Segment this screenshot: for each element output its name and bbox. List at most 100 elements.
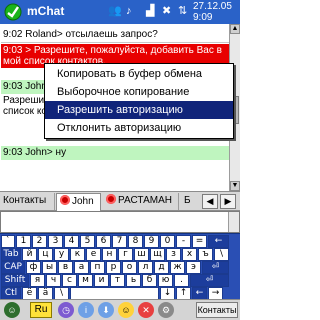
keyboard-key[interactable]: 5: [80, 235, 95, 248]
contacts-button[interactable]: Контакты: [196, 302, 238, 318]
keyboard-key[interactable]: ⏎: [202, 261, 229, 274]
people-icon[interactable]: 👥: [108, 5, 122, 17]
chat-message: 9:02 Roland> отсылаешь запрос?: [1, 28, 229, 43]
keyboard-key[interactable]: 8: [128, 235, 143, 248]
keyboard-key[interactable]: с: [62, 274, 77, 287]
history-icon[interactable]: ◷: [58, 302, 74, 318]
tab-label: Контакты: [3, 195, 47, 206]
volume-icon[interactable]: ♪: [126, 5, 132, 17]
smile-icon[interactable]: ☺: [118, 302, 134, 318]
tab-prev-icon[interactable]: ◀: [202, 194, 218, 209]
keyboard-key[interactable]: ю: [158, 274, 173, 287]
keyboard-key[interactable]: м: [78, 274, 93, 287]
keyboard-key[interactable]: в: [58, 261, 73, 274]
keyboard-key[interactable]: л: [138, 261, 153, 274]
keyboard-key[interactable]: ш: [134, 248, 149, 261]
info-icon[interactable]: i: [78, 302, 94, 318]
keyboard-key[interactable]: 7: [112, 235, 127, 248]
message-input-area: [0, 211, 240, 233]
keyboard-key[interactable]: р: [106, 261, 121, 274]
soft-keyboard: ` 1 2 3 4 5 6 7 8 9 0- = ← Tab й ц у к е н г ш щ з х ъ \ CAP ф ы в а п р о…: [0, 233, 240, 300]
keyboard-key[interactable]: б: [142, 274, 157, 287]
keyboard-key[interactable]: Tab: [1, 248, 21, 261]
keyboard-key[interactable]: ж: [170, 261, 185, 274]
input-scrollbar[interactable]: [228, 212, 239, 232]
keyboard-key[interactable]: д: [154, 261, 169, 274]
keyboard-key[interactable]: ч: [46, 274, 61, 287]
keyboard-key[interactable]: н: [102, 248, 117, 261]
keyboard-key[interactable]: =: [192, 235, 207, 248]
keyboard-key[interactable]: о: [122, 261, 137, 274]
keyboard-key[interactable]: щ: [150, 248, 165, 261]
bottom-toolbar: ☺ Ru ◷ i ⬇ ☺ ✕ ⚙ Контакты: [0, 299, 240, 320]
tab-contacts[interactable]: Контакты: [0, 193, 55, 210]
keyboard-key[interactable]: ф: [26, 261, 41, 274]
flower-icon: [60, 195, 70, 205]
menu-item-allow-auth[interactable]: Разрешить авторизацию: [45, 101, 233, 119]
language-button[interactable]: Ru: [30, 302, 52, 318]
menu-chat-icon[interactable]: ☺: [4, 302, 20, 318]
keyboard-key[interactable]: CAP: [1, 261, 25, 274]
title-bar: mChat 👥 ♪ ▟ ✖ ⇅ 27.12.05 9:09: [0, 0, 240, 24]
tab-rastaman[interactable]: РАСТАМАН: [103, 193, 179, 210]
tab-label: John: [72, 196, 94, 207]
keyboard-key[interactable]: а: [74, 261, 89, 274]
keyboard-key[interactable]: 2: [32, 235, 47, 248]
mute-icon[interactable]: ✖: [162, 5, 171, 17]
keyboard-key[interactable]: к: [70, 248, 85, 261]
keyboard-key[interactable]: п: [90, 261, 105, 274]
clock[interactable]: 27.12.05 9:09: [193, 1, 232, 23]
signal-icon[interactable]: ▟: [146, 5, 154, 17]
keyboard-key[interactable]: ь: [126, 274, 141, 287]
app-title: mChat: [27, 4, 65, 18]
keyboard-key[interactable]: ←: [208, 235, 229, 248]
keyboard-key[interactable]: ы: [42, 261, 57, 274]
tab-label: РАСТАМАН: [118, 195, 173, 206]
keyboard-key[interactable]: я: [30, 274, 45, 287]
chat-message: 9:03 John> ну: [1, 146, 229, 160]
time-text: 9:09: [193, 12, 213, 23]
keyboard-key[interactable]: и: [94, 274, 109, 287]
keyboard-key[interactable]: г: [118, 248, 133, 261]
keyboard-key[interactable]: 4: [64, 235, 79, 248]
date-text: 27.12.05: [193, 1, 232, 12]
mchat-logo-icon: [4, 3, 22, 21]
keyboard-key[interactable]: 1: [16, 235, 31, 248]
keyboard-key[interactable]: э: [186, 261, 201, 274]
keyboard-key[interactable]: \: [214, 248, 229, 261]
keyboard-key[interactable]: -: [176, 235, 191, 248]
tab-next-icon[interactable]: ▶: [220, 194, 236, 209]
close-chat-icon[interactable]: ✕: [138, 302, 154, 318]
menu-item-copy-clipboard[interactable]: Копировать в буфер обмена: [45, 65, 233, 83]
settings-icon[interactable]: ⚙: [158, 302, 174, 318]
keyboard-key[interactable]: х: [182, 248, 197, 261]
keyboard-key[interactable]: 6: [96, 235, 111, 248]
keyboard-key[interactable]: у: [54, 248, 69, 261]
keyboard-key[interactable]: 9: [144, 235, 159, 248]
tab-label: Б: [184, 195, 191, 206]
keyboard-key[interactable]: ц: [38, 248, 53, 261]
keyboard-key[interactable]: `: [1, 235, 15, 248]
flower-icon: [106, 194, 116, 204]
keyboard-key[interactable]: ⏎: [190, 274, 229, 287]
tab-john[interactable]: John: [56, 193, 101, 211]
keyboard-key[interactable]: з: [166, 248, 181, 261]
scroll-up-icon[interactable]: ▲: [230, 24, 240, 34]
message-input[interactable]: [3, 214, 227, 230]
menu-item-deny-auth[interactable]: Отклонить авторизацию: [45, 119, 233, 137]
keyboard-key[interactable]: Shift: [1, 274, 29, 287]
keyboard-key[interactable]: ъ: [198, 248, 213, 261]
keyboard-key[interactable]: е: [86, 248, 101, 261]
keyboard-key[interactable]: й: [22, 248, 37, 261]
chat-tabs: Контакты John РАСТАМАН Б ◀ ▶: [0, 191, 240, 211]
download-icon[interactable]: ⬇: [98, 302, 114, 318]
menu-item-selective-copy[interactable]: Выборочное копирование: [45, 83, 233, 101]
tab-more[interactable]: Б: [181, 193, 201, 210]
sync-icon[interactable]: ⇅: [178, 5, 187, 17]
keyboard-key[interactable]: т: [110, 274, 125, 287]
context-menu: Копировать в буфер обмена Выборочное коп…: [44, 63, 234, 139]
keyboard-key[interactable]: 3: [48, 235, 63, 248]
keyboard-key[interactable]: 0: [160, 235, 175, 248]
keyboard-key[interactable]: .: [174, 274, 189, 287]
scroll-down-icon[interactable]: ▼: [230, 181, 240, 191]
